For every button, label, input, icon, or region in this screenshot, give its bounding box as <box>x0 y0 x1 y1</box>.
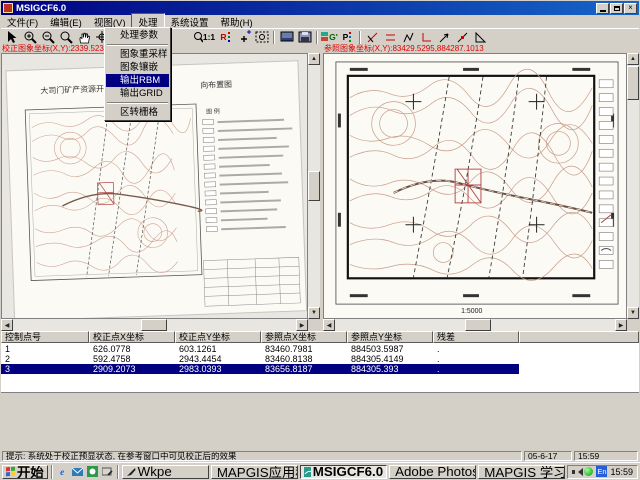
image-save-icon[interactable] <box>296 30 313 45</box>
zigzag-line-icon[interactable] <box>400 30 417 45</box>
select-arrow-icon[interactable] <box>3 30 20 45</box>
column-header[interactable]: 校正点Y坐标 <box>175 331 261 343</box>
column-header[interactable]: 残差 <box>433 331 519 343</box>
windows-logo-icon <box>6 467 15 477</box>
right-horizontal-scrollbar[interactable]: ◀ ▶ <box>323 319 627 331</box>
app-icon <box>3 3 13 13</box>
scroll-up-icon[interactable]: ▲ <box>627 53 639 65</box>
brush-icon <box>126 467 136 477</box>
menu-item-export-grid[interactable]: 输出GRID <box>106 87 169 100</box>
table-row[interactable]: 2 592.4758 2943.4454 83460.8138 884305.4… <box>1 354 519 364</box>
status-date: 05-6-17 <box>524 451 572 461</box>
column-header[interactable]: 参照点Y坐标 <box>347 331 433 343</box>
magnifier-icon[interactable] <box>57 30 74 45</box>
minimize-button[interactable] <box>596 3 609 14</box>
taskbar-separator <box>51 465 53 479</box>
menu-separator <box>107 102 168 104</box>
menu-item-export-rbm[interactable]: 输出RBM <box>106 74 169 87</box>
corner-line-icon[interactable] <box>418 30 435 45</box>
image-display-icon[interactable] <box>278 30 295 45</box>
taskbar-separator <box>117 465 119 479</box>
task-wkpe[interactable]: Wkpe <box>122 465 209 479</box>
menu-item-mosaic[interactable]: 图象镶嵌 <box>106 61 169 74</box>
scroll-down-icon[interactable]: ▼ <box>627 307 639 319</box>
task-mapgis-notes[interactable]: MAPGIS 学习笔记 -... <box>478 465 565 479</box>
start-button[interactable]: 开始 <box>2 465 48 479</box>
reference-map-canvas[interactable]: 1:5000 <box>323 53 627 319</box>
toolbar: 1:1 R G' P <box>1 28 639 45</box>
taskbar-clock[interactable]: 15:59 <box>610 467 633 477</box>
show-desktop-icon[interactable] <box>101 465 114 478</box>
menu-bar: 文件(F) 编辑(E) 视图(V) 处理 系统设置 帮助(H) <box>1 15 639 28</box>
ie-icon[interactable]: e <box>56 465 69 478</box>
restore-button[interactable] <box>610 3 623 14</box>
diagonal-cross-lines-icon[interactable] <box>364 30 381 45</box>
column-header[interactable]: 控制点号 <box>1 331 89 343</box>
marquee-select-icon[interactable] <box>253 30 270 45</box>
left-map-title-right: 向布置图 <box>200 79 232 90</box>
status-bar: 提示: 系统处于校正预显状态, 在参考窗口中可见校正后的效果 05-6-17 1… <box>1 450 639 462</box>
reference-coord-readout: 参照图象坐标(X,Y):83429.5295,884287.1013 <box>323 44 639 53</box>
taskbar: 开始 e Wkpe MAPGIS应用程序主菜单 MSIGCF6.0 Adobe … <box>0 462 640 480</box>
scroll-left-icon[interactable]: ◀ <box>323 319 335 331</box>
right-vertical-scrollbar[interactable]: ▲ ▼ <box>627 53 639 319</box>
task-mapgis-main-menu[interactable]: MAPGIS应用程序主菜单 <box>211 465 298 479</box>
table-row[interactable]: 1 626.0778 603.1261 83460.7981 884503.59… <box>1 344 519 354</box>
parallel-lines-icon[interactable] <box>382 30 399 45</box>
diagonal-arrow-icon[interactable] <box>436 30 453 45</box>
speaker-icon[interactable] <box>572 467 581 476</box>
toolbar-separator <box>359 31 361 44</box>
menu-item-resample[interactable]: 图象重采样 <box>106 48 169 61</box>
system-tray: En 15:59 <box>567 465 638 479</box>
reference-image-panel: 参照图象坐标(X,Y):83429.5295,884287.1013 <box>323 44 639 331</box>
grid-overlay-icon[interactable]: G' <box>321 30 338 45</box>
line-node-icon[interactable] <box>454 30 471 45</box>
process-menu-dropdown: 处理参数 图象重采样 图象镶嵌 输出RBM 输出GRID 区转栅格 <box>104 27 171 121</box>
scroll-down-icon[interactable]: ▼ <box>308 307 320 319</box>
window-title: MSIGCF6.0 <box>16 3 595 14</box>
scroll-right-icon[interactable]: ▶ <box>296 319 308 331</box>
menu-item-process-params[interactable]: 处理参数 <box>106 29 169 42</box>
scroll-right-icon[interactable]: ▶ <box>615 319 627 331</box>
empty-client-area <box>1 392 639 450</box>
left-vertical-scrollbar[interactable]: ▲ ▼ <box>308 53 320 319</box>
menu-separator <box>107 44 168 46</box>
zoom-1-1-icon[interactable]: 1:1 <box>192 30 216 45</box>
control-point-table: 控制点号 校正点X坐标 校正点Y坐标 参照点X坐标 参照点Y坐标 残差 1 62… <box>1 331 639 392</box>
column-header <box>519 331 639 343</box>
add-point-icon[interactable] <box>235 30 252 45</box>
menu-item-region-to-raster[interactable]: 区转栅格 <box>106 106 169 119</box>
pan-hand-icon[interactable] <box>75 30 92 45</box>
table-row-selected[interactable]: 3 2909.2073 2983.0393 83656.8187 884305.… <box>1 364 519 374</box>
left-horizontal-scrollbar[interactable]: ◀ ▶ <box>1 319 308 331</box>
right-map-scale: 1:5000 <box>461 308 482 315</box>
close-button[interactable]: × <box>624 3 637 14</box>
task-msigcf[interactable]: MSIGCF6.0 <box>300 465 387 479</box>
input-method-indicator[interactable]: En <box>596 466 607 477</box>
status-ball-icon[interactable] <box>584 467 593 476</box>
msigcf-icon <box>304 467 311 477</box>
zoom-in-icon[interactable] <box>21 30 38 45</box>
column-header[interactable]: 校正点X坐标 <box>89 331 175 343</box>
column-header[interactable]: 参照点X坐标 <box>261 331 347 343</box>
task-photoshop[interactable]: Adobe Photoshop <box>389 465 476 479</box>
rgb-channels-icon[interactable]: R <box>217 30 234 45</box>
zoom-out-icon[interactable] <box>39 30 56 45</box>
palette-icon[interactable]: P <box>339 30 356 45</box>
status-hint: 提示: 系统处于校正预显状态, 在参考窗口中可见校正后的效果 <box>2 451 522 461</box>
toolbar-separator <box>273 31 275 44</box>
app-window: MSIGCF6.0 × 文件(F) 编辑(E) 视图(V) 处理 系统设置 帮助… <box>0 0 640 480</box>
outlook-icon[interactable] <box>71 465 84 478</box>
scroll-up-icon[interactable]: ▲ <box>308 53 320 65</box>
channels-icon[interactable] <box>86 465 99 478</box>
triangle-outline-icon[interactable] <box>472 30 489 45</box>
status-time: 15:59 <box>574 451 638 461</box>
toolbar-separator <box>316 31 318 44</box>
scroll-left-icon[interactable]: ◀ <box>1 319 13 331</box>
